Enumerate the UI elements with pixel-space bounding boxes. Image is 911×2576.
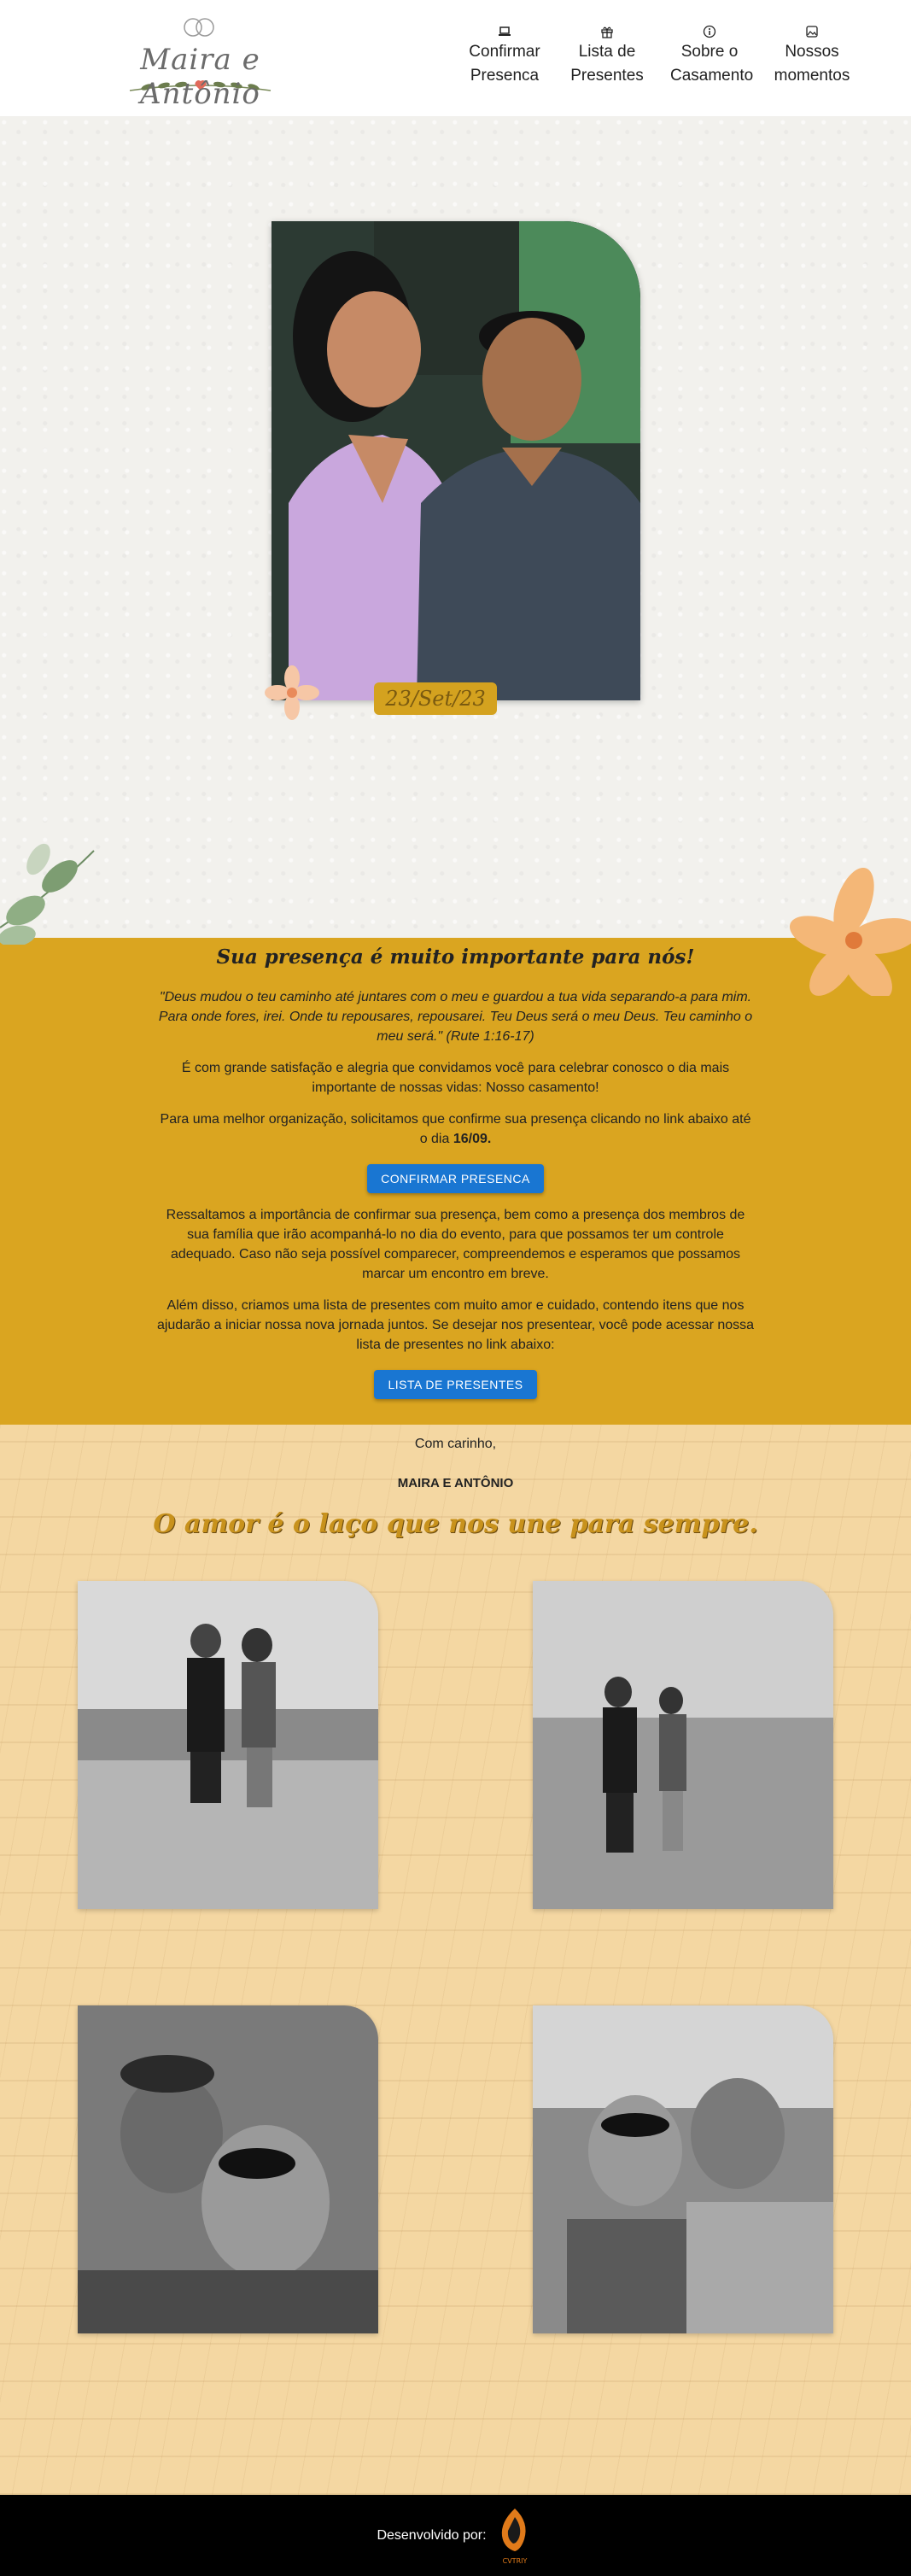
bible-quote: "Deus mudou o teu caminho até juntares c… — [158, 990, 753, 1044]
footer: Desenvolvido por: CVTRIY — [0, 2495, 911, 2576]
site-logo[interactable]: Maira e Antônio — [79, 12, 322, 111]
gallery-photo-selfie-1[interactable] — [78, 2005, 378, 2333]
nav-confirm-presence[interactable]: Confirmar Presenca — [465, 22, 544, 88]
confirm-presence-button[interactable]: CONFIRMAR PRESENCA — [367, 1164, 544, 1193]
photo-gallery — [0, 1581, 911, 2435]
wedding-date-badge: 23/Set/23 — [374, 682, 497, 715]
couple-signature: MAIRA E ANTÔNIO — [397, 1476, 514, 1490]
developer-label: Desenvolvido por: — [377, 2527, 487, 2543]
nav-gift-list[interactable]: Lista de Presentes — [568, 22, 646, 88]
nav-about-wedding[interactable]: Sobre o Casamento — [670, 22, 754, 88]
lily-flower-decoration — [773, 867, 911, 999]
developer-logo[interactable]: CVTRIY — [495, 2505, 534, 2567]
nav-label: Presenca — [470, 67, 540, 85]
invitation-section: Sua presença é muito importante para nós… — [0, 938, 911, 1425]
closing-greeting: Com carinho, — [414, 1437, 497, 1451]
family-paragraph: Ressaltamos a importância de confirmar s… — [166, 1208, 745, 1281]
confirmation-paragraph: Para uma melhor organização, solicitamos… — [157, 1109, 755, 1149]
info-icon — [670, 22, 749, 39]
moments-section: Com carinho, MAIRA E ANTÔNIO O amor é o … — [0, 1425, 911, 2495]
eucalyptus-leaf-decoration — [0, 825, 102, 947]
nav-label: Presentes — [570, 67, 644, 85]
love-quote-title: O amor é o laço que nos une para sempre. — [153, 1509, 758, 1539]
laptop-icon — [465, 22, 544, 39]
header: Maira e Antônio Confirmar Presenca Lista… — [0, 0, 911, 116]
gallery-photo-beach-1[interactable] — [78, 1581, 378, 1909]
gallery-photo-selfie-2[interactable] — [533, 2005, 833, 2333]
main-nav: Confirmar Presenca Lista de Presentes So… — [465, 22, 851, 88]
nav-label: Sobre o — [680, 43, 739, 61]
nav-our-moments[interactable]: Nossos momentos — [773, 22, 851, 88]
invitation-title: Sua presença é muito importante para nós… — [216, 946, 695, 969]
gallery-photo-beach-2[interactable] — [533, 1581, 833, 1909]
peach-flower-decoration — [262, 663, 322, 723]
nav-label: Confirmar — [469, 43, 540, 61]
gift-list-paragraph: Além disso, criamos uma lista de present… — [156, 1298, 755, 1352]
developer-logo-text: CVTRIY — [502, 2557, 527, 2565]
gift-list-button[interactable]: LISTA DE PRESENTES — [374, 1370, 537, 1399]
confirmation-deadline: 16/09. — [453, 1132, 492, 1146]
logo-text: Maira e Antônio — [140, 43, 260, 111]
nav-label: momentos — [774, 67, 850, 85]
image-icon — [773, 22, 851, 39]
invitation-paragraph: É com grande satisfação e alegria que co… — [181, 1061, 730, 1095]
couple-photo — [272, 221, 640, 700]
hero-section: 23/Set/23 — [0, 116, 911, 999]
nav-label: Lista de — [578, 43, 636, 61]
gift-icon — [568, 22, 646, 39]
nav-label: Nossos — [785, 43, 839, 61]
nav-label: Casamento — [670, 67, 754, 85]
